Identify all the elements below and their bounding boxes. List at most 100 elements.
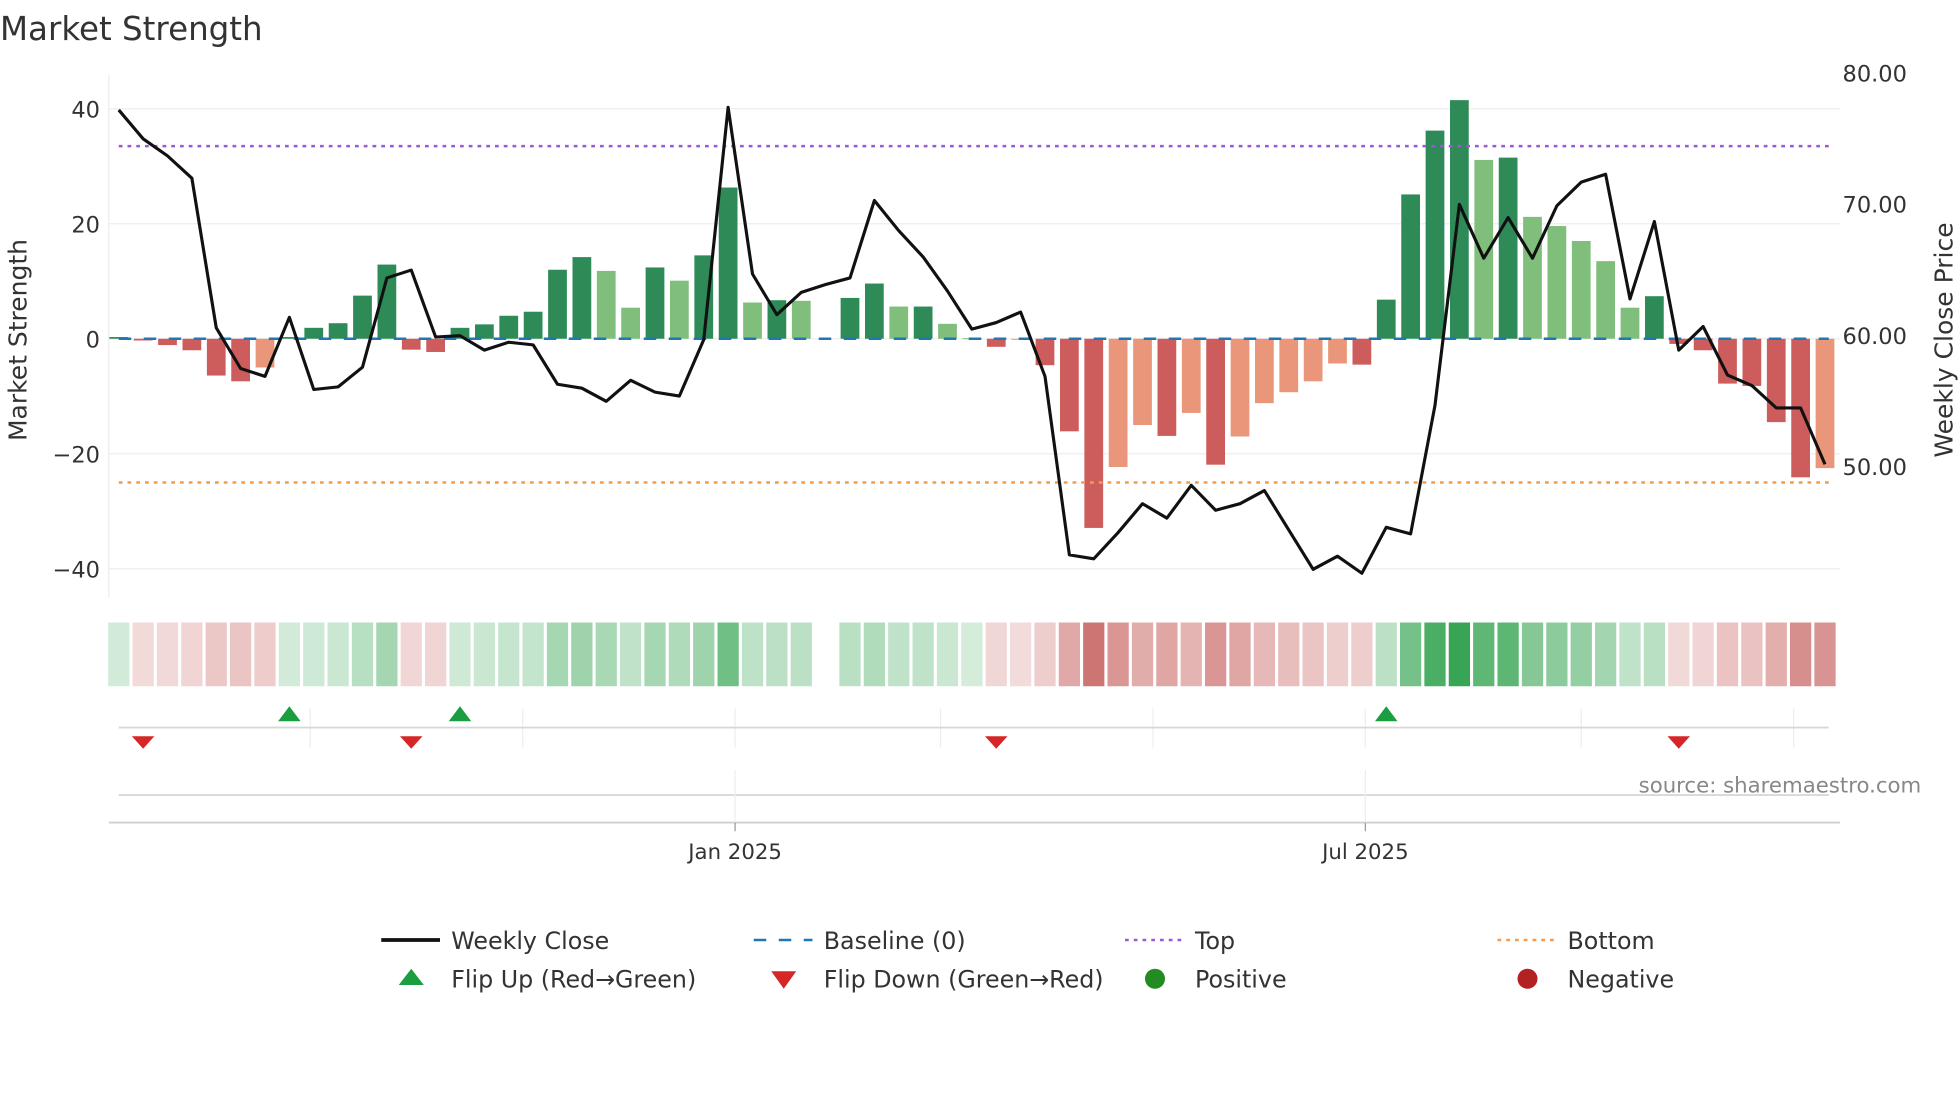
y-tick-label: −20	[53, 443, 100, 469]
heat-tile	[1546, 622, 1568, 687]
legend-label: Flip Down (Green→Red)	[824, 966, 1104, 994]
strength-bar	[913, 306, 933, 339]
strength-bar	[328, 323, 348, 339]
strength-bar	[523, 311, 543, 339]
legend-label: Baseline (0)	[824, 927, 966, 955]
flip-down-marker	[400, 736, 423, 749]
strength-bar	[791, 300, 811, 339]
heat-tile	[1278, 622, 1300, 687]
heat-tile	[522, 622, 544, 687]
heat-tile	[1497, 622, 1519, 687]
heat-tile	[1643, 622, 1665, 687]
strength-bar	[1108, 338, 1128, 467]
positive-legend-icon	[1145, 968, 1165, 989]
heat-tile	[1448, 622, 1470, 687]
strength-bar	[1742, 338, 1762, 386]
heat-tile	[1253, 622, 1275, 687]
strength-bar	[572, 257, 592, 339]
strength-bar	[865, 283, 884, 339]
heat-tile	[449, 622, 471, 687]
heat-tile	[1765, 622, 1787, 687]
heat-tile	[351, 622, 374, 687]
heat-tile	[1473, 622, 1495, 687]
heat-tile	[741, 622, 764, 687]
heat-tile	[668, 622, 690, 687]
strength-bar	[1766, 338, 1786, 423]
y-tick-label: −40	[53, 558, 100, 584]
strength-bar	[1645, 296, 1664, 339]
flip-up-marker	[278, 706, 301, 722]
heat-tile	[498, 622, 520, 687]
strength-bar	[304, 327, 324, 339]
heat-tile	[1521, 622, 1544, 687]
heat-tile	[985, 622, 1007, 687]
y-tick-label: 40	[71, 98, 100, 124]
heat-tile	[132, 622, 154, 687]
flip-down-legend-icon	[771, 971, 797, 989]
heat-tile	[1424, 622, 1446, 687]
strength-bar	[499, 315, 519, 339]
heat-tile	[1790, 622, 1812, 687]
y2-tick-label: 60.00	[1843, 324, 1907, 350]
flip-down-marker	[131, 736, 155, 749]
strength-bar	[621, 307, 640, 339]
heat-tile	[1326, 622, 1349, 687]
heat-tile	[1668, 622, 1690, 687]
y-tick-label: 0	[86, 328, 100, 354]
legend-label: Top	[1194, 927, 1235, 955]
strength-bar	[889, 306, 909, 339]
strength-bar	[645, 267, 665, 339]
y-axis-label: Market Strength	[3, 239, 32, 441]
strength-bar	[182, 338, 202, 351]
y-tick-label: 20	[71, 213, 100, 239]
strength-bar	[1571, 241, 1591, 339]
strength-bar	[670, 280, 689, 339]
heat-tile	[230, 622, 252, 687]
heat-tile	[936, 622, 959, 687]
heat-tile	[303, 622, 325, 687]
heat-tile	[1010, 622, 1032, 687]
heat-tile	[1034, 622, 1056, 687]
heat-tile	[766, 622, 788, 687]
heat-tile	[1156, 622, 1178, 687]
strength-bar	[1425, 130, 1445, 339]
heat-tile	[156, 622, 179, 687]
heat-tile	[1107, 622, 1129, 687]
heat-tile	[1302, 622, 1324, 687]
heat-tile	[1058, 622, 1080, 687]
legend-label: Weekly Close	[451, 927, 609, 955]
x-tick-label: Jul 2025	[1320, 840, 1408, 865]
heat-tile	[644, 622, 666, 687]
y2-tick-label: 70.00	[1843, 193, 1907, 219]
strength-bar	[1181, 338, 1201, 413]
strength-bar	[743, 302, 762, 339]
heat-tile	[1131, 622, 1154, 687]
heat-tile	[181, 622, 203, 687]
heat-tile	[327, 622, 349, 687]
market-strength-chart: Market Strength Market Strength Weekly C…	[0, 10, 1959, 994]
strength-bar	[1328, 338, 1347, 364]
heat-tile	[108, 622, 130, 687]
strength-bar	[1620, 307, 1640, 339]
legend-label: Bottom	[1568, 927, 1655, 955]
heat-tile	[1375, 622, 1397, 687]
x-tick-label: Jan 2025	[686, 840, 782, 865]
heat-tile	[693, 622, 715, 687]
strength-bar	[938, 323, 957, 339]
strength-bar	[475, 324, 494, 339]
heat-tile	[863, 622, 885, 687]
heat-tile	[1595, 622, 1617, 687]
strength-bar	[1547, 226, 1567, 339]
heat-tile	[912, 622, 934, 687]
strength-bar	[718, 187, 738, 339]
strength-bar	[548, 269, 567, 339]
heat-tile	[205, 622, 227, 687]
strength-bar	[1352, 338, 1372, 365]
y2-tick-label: 50.00	[1843, 455, 1907, 481]
flip-down-marker	[1667, 736, 1690, 749]
y2-tick-label: 80.00	[1843, 61, 1907, 87]
heat-tile	[595, 622, 617, 687]
strength-bar	[1084, 338, 1104, 528]
strength-bar	[596, 270, 616, 339]
heat-tile	[1083, 622, 1105, 687]
